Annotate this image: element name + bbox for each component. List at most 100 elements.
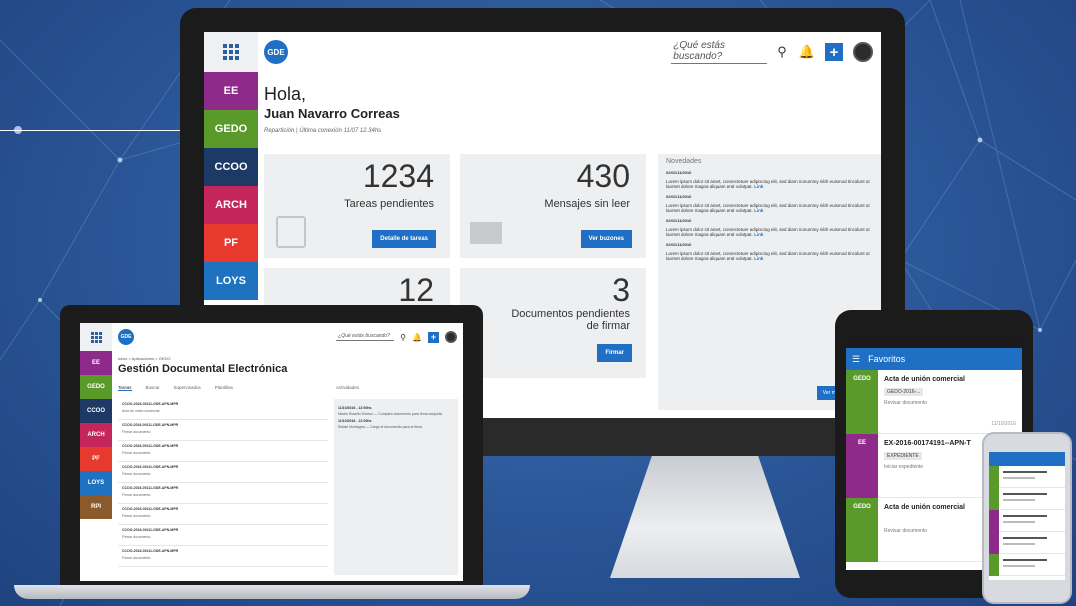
- list-item[interactable]: [989, 532, 1065, 554]
- list-item[interactable]: [989, 554, 1065, 576]
- apps-menu-button[interactable]: [204, 32, 258, 72]
- task-detail-button[interactable]: Detalle de tareas: [372, 230, 436, 248]
- laptop-sidebar-item-rpi[interactable]: RPI: [80, 495, 112, 519]
- view-inbox-button[interactable]: Ver buzones: [580, 230, 632, 248]
- laptop-sidebar-item-ee[interactable]: EE: [80, 351, 112, 375]
- sidebar-item-pf[interactable]: PF: [204, 224, 258, 262]
- mail-icon: [470, 222, 502, 244]
- favorites-title: Favoritos: [868, 354, 906, 364]
- laptop-search-input[interactable]: ¿Qué estás buscando?: [336, 333, 395, 341]
- tabs: Tareas Buscar Supervisados Plantillas: [118, 385, 233, 391]
- laptop-sidebar-item-loys[interactable]: LOYS: [80, 471, 112, 495]
- pending-tasks-label: Tareas pendientes: [344, 198, 434, 210]
- row-description: Firmar documento: [122, 514, 151, 518]
- sidebar-item-arch[interactable]: ARCH: [204, 186, 258, 224]
- laptop-base: [14, 585, 530, 599]
- sidebar-item-loys[interactable]: LOYS: [204, 262, 258, 300]
- app-header: GDE ¿Qué estás buscando? ⚲ 🔔 +: [258, 32, 881, 72]
- item-subtitle: Revisar documento: [884, 528, 928, 534]
- module-tag: EE: [846, 434, 878, 498]
- gde-logo: GDE: [118, 329, 134, 345]
- row-reference: CCOO-2016-00111-GDE-APN-MPR: [122, 486, 179, 490]
- clipboard-icon: [276, 216, 306, 248]
- row-description: Firmar documento: [122, 430, 151, 434]
- laptop-sidebar-item-pf[interactable]: PF: [80, 447, 112, 471]
- sign-button[interactable]: Firmar: [597, 344, 632, 362]
- activities-panel: 11/10/2016 - 12:00hs Martín Rosello Gómez…: [334, 399, 458, 575]
- tab-supervisados[interactable]: Supervisados: [174, 385, 201, 391]
- tab-tareas[interactable]: Tareas: [118, 385, 132, 391]
- table-row[interactable]: CCOO-2016-00111-GDE-APN-MPR Firmar docume…: [118, 441, 328, 462]
- tablet-app-bar: ☰ Favoritos: [846, 348, 1022, 370]
- greeting: Hola,: [264, 84, 307, 104]
- row-description: Acta de unión comercial: [122, 409, 160, 413]
- pending-signature-label: Documentos pendientes de firmar: [511, 308, 630, 332]
- item-subtitle: [1003, 543, 1035, 545]
- item-subtitle: [1003, 477, 1035, 479]
- news-text: Lorem ipsum dolor sit amet, consectetuer…: [666, 203, 870, 213]
- table-row[interactable]: CCOO-2016-00111-GDE-APN-MPR Acta de unión…: [118, 399, 328, 420]
- item-chip: EXPEDIENTE: [884, 452, 922, 460]
- activity-date: 11/10/2016 - 12:00hs: [338, 406, 372, 410]
- table-row[interactable]: CCOO-2016-00111-GDE-APN-MPR Firmar docume…: [118, 525, 328, 546]
- news-date: 02/01/11/2016: [666, 242, 692, 247]
- news-link[interactable]: Link: [754, 208, 763, 213]
- news-link[interactable]: Link: [754, 232, 763, 237]
- list-item[interactable]: [989, 510, 1065, 532]
- sidebar-item-ee[interactable]: EE: [204, 72, 258, 110]
- sidebar-item-ccoo[interactable]: CCOO: [204, 148, 258, 186]
- laptop-sidebar-item-gedo[interactable]: GEDO: [80, 375, 112, 399]
- table-row[interactable]: CCOO-2016-00111-GDE-APN-MPR Firmar docume…: [118, 462, 328, 483]
- table-row[interactable]: CCOO-2016-00111-GDE-APN-MPR Firmar docume…: [118, 420, 328, 441]
- tab-buscar[interactable]: Buscar: [146, 385, 160, 391]
- callout-line: [0, 130, 203, 131]
- gde-logo: GDE: [264, 40, 288, 64]
- pending-signature-count: 3: [612, 272, 630, 308]
- add-button[interactable]: +: [825, 43, 843, 61]
- laptop-sidebar-item-arch[interactable]: ARCH: [80, 423, 112, 447]
- item-title: Acta de unión comercial: [884, 504, 965, 511]
- row-description: Firmar documento: [122, 472, 151, 476]
- search-icon[interactable]: ⚲: [400, 333, 406, 342]
- module-tag: [989, 532, 999, 554]
- list-item[interactable]: GEDO Acta de unión comercial GEDO-2016-...…: [846, 370, 1022, 434]
- news-text: Lorem ipsum dolor sit amet, consectetuer…: [666, 251, 870, 261]
- news-text: Lorem ipsum dolor sit amet, consectetuer…: [666, 227, 870, 237]
- search-icon[interactable]: ⚲: [777, 44, 787, 60]
- avatar[interactable]: [445, 331, 457, 343]
- row-description: Firmar documento: [122, 451, 151, 455]
- menu-icon[interactable]: ☰: [852, 354, 860, 365]
- news-item: Lorem ipsum dolor sit amet, consectetuer…: [666, 251, 873, 261]
- list-item[interactable]: [989, 466, 1065, 488]
- task-list: CCOO-2016-00111-GDE-APN-MPR Acta de unión…: [118, 399, 328, 567]
- add-button[interactable]: +: [428, 331, 439, 343]
- grid-icon: [223, 44, 239, 60]
- laptop-apps-menu-button[interactable]: [80, 323, 112, 351]
- table-row[interactable]: CCOO-2016-00111-GDE-APN-MPR Firmar docume…: [118, 483, 328, 504]
- module-tag: [989, 510, 999, 532]
- notification-bell-icon[interactable]: 🔔: [412, 333, 422, 342]
- item-title: [1003, 559, 1047, 561]
- search-input[interactable]: ¿Qué estás buscando?: [671, 40, 768, 64]
- item-title: Acta de unión comercial: [884, 376, 965, 383]
- sidebar-item-gedo[interactable]: GEDO: [204, 110, 258, 148]
- table-row[interactable]: CCOO-2016-00111-GDE-APN-MPR Firmar docume…: [118, 504, 328, 525]
- phone-app-screen: [989, 452, 1065, 580]
- item-subtitle: Iniciar expediente: [884, 464, 924, 470]
- module-tag: [989, 466, 999, 488]
- news-item: Lorem ipsum dolor sit amet, consectetuer…: [666, 227, 873, 237]
- module-tag: [989, 554, 999, 576]
- table-row[interactable]: CCOO-2016-00111-GDE-APN-MPR Firmar docume…: [118, 546, 328, 567]
- notification-bell-icon[interactable]: 🔔: [799, 44, 815, 60]
- news-link[interactable]: Link: [754, 184, 763, 189]
- third-count: 12: [398, 272, 434, 308]
- activities-title: Actividades: [336, 385, 360, 390]
- news-link[interactable]: Link: [754, 256, 763, 261]
- item-chip: GEDO-2016-...: [884, 388, 924, 396]
- item-subtitle: Revisar documento: [884, 400, 928, 406]
- tab-plantillas[interactable]: Plantillas: [215, 385, 233, 391]
- laptop-sidebar-item-ccoo[interactable]: CCOO: [80, 399, 112, 423]
- avatar[interactable]: [853, 42, 873, 62]
- row-reference: CCOO-2016-00111-GDE-APN-MPR: [122, 423, 179, 427]
- list-item[interactable]: [989, 488, 1065, 510]
